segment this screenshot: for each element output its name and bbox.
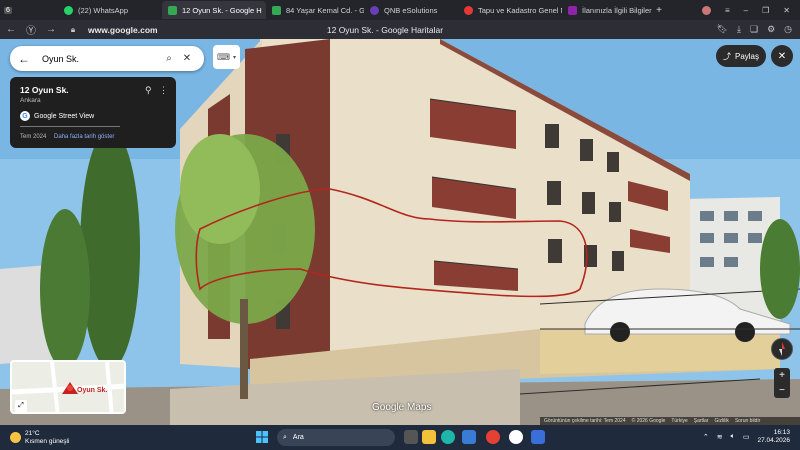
compass-icon [779, 342, 785, 356]
close-street-view-button[interactable]: ✕ [771, 45, 793, 67]
chevron-down-icon: ▾ [232, 54, 236, 61]
back-icon[interactable]: ← [4, 24, 18, 35]
minimize-icon[interactable]: – [744, 6, 748, 15]
footer-country[interactable]: Türkiye [671, 418, 687, 424]
weather-sun-icon [10, 432, 21, 443]
file-explorer-icon[interactable] [422, 430, 436, 444]
forward-icon[interactable]: → [44, 24, 58, 35]
address-bar: ← Ⓨ → 🔒︎ www.google.com 12 Oyun Sk. - Go… [0, 20, 800, 39]
clear-icon[interactable]: ✕ [178, 53, 196, 64]
location-info-card: 12 Oyun Sk. Ankara ⚲ ⋮ G Google Street V… [10, 77, 176, 148]
search-icon[interactable]: ⌕ [160, 53, 178, 64]
footer-capture-date: Görüntünün çekilme tarihi: Tem 2024 [544, 418, 626, 424]
expand-map-icon[interactable]: ⤢ [15, 400, 27, 412]
lock-icon: 🔒︎ [70, 24, 76, 34]
tab-qnb[interactable]: QNB eSolutions [364, 1, 458, 19]
browser-logo-icon[interactable]: Ⓨ [24, 22, 38, 37]
street-view-label: Google Street View [34, 112, 95, 120]
back-arrow-icon[interactable]: ← [18, 52, 34, 66]
location-city: Ankara [20, 97, 41, 104]
tab-google-maps-active[interactable]: 12 Oyun Sk. - Google H✕ [162, 1, 266, 19]
maps-icon [168, 5, 177, 15]
footer-copyright: © 2026 Google [631, 418, 666, 424]
download-icon[interactable]: ⤓ [737, 24, 741, 35]
more-dates-link[interactable]: Daha fazla tarih göster [54, 134, 114, 140]
windows-start-icon[interactable] [256, 431, 268, 443]
minimap-label: Oyun Sk. [77, 387, 108, 394]
keyboard-icon: ⌨︎ [216, 51, 230, 62]
close-icon: ✕ [777, 50, 787, 62]
search-input[interactable] [42, 53, 160, 64]
search-box: ← ⌕ ✕ [10, 46, 204, 71]
workspace-badge[interactable]: 6 [0, 1, 20, 19]
google-logo-icon: G [20, 111, 30, 121]
extensions-icon[interactable]: ⚙︎ [767, 24, 775, 35]
more-options-icon[interactable]: ⋮ [159, 85, 168, 96]
clock[interactable]: 16:13 27.04.2026 [757, 429, 790, 445]
weather-widget[interactable]: 21°C Kısmen güneşli [10, 430, 69, 446]
tab-google-maps-2[interactable]: 84 Yaşar Kemal Cd. - Go [266, 1, 364, 19]
footer-terms[interactable]: Şartlar [694, 418, 709, 424]
menu-icon[interactable]: ≡ [725, 6, 730, 15]
url-field[interactable]: www.google.com [88, 25, 158, 35]
yandex-browser-icon[interactable] [509, 430, 523, 444]
compass-button[interactable] [771, 338, 793, 360]
share-icon: ⤴ [722, 51, 731, 61]
chrome-icon[interactable] [486, 430, 500, 444]
ilan-icon [568, 5, 577, 15]
app-icon[interactable] [531, 430, 545, 444]
tab-whatsapp[interactable]: (22) WhatsApp [58, 1, 134, 19]
search-icon: ⌕ [283, 433, 287, 441]
capture-date: Tem 2024 [20, 134, 47, 140]
tabs-icon[interactable]: ❏ [750, 24, 758, 35]
zoom-in-button[interactable]: + [779, 370, 785, 381]
map-footer: Görüntünün çekilme tarihi: Tem 2024 © 20… [540, 417, 800, 425]
taskbar-search-placeholder: Ara [292, 434, 304, 441]
share-button[interactable]: ⤴ Paylaş [716, 45, 766, 67]
temperature: 21°C [25, 429, 40, 437]
tapu-icon [464, 5, 473, 15]
close-window-icon[interactable]: ✕ [783, 6, 790, 15]
clock-date: 27.04.2026 [757, 437, 790, 444]
google-maps-logo: Google Maps [372, 402, 432, 413]
keyboard-button[interactable]: ⌨︎ ▾ [213, 45, 240, 69]
qnb-icon [370, 5, 379, 15]
new-tab-button[interactable]: + [652, 1, 666, 19]
taskbar-search[interactable]: ⌕ Ara [277, 429, 395, 446]
bookmark-icon[interactable]: 🔖︎ [717, 24, 728, 35]
edge-icon[interactable] [441, 430, 455, 444]
profile-icon[interactable] [702, 5, 711, 15]
volume-icon[interactable]: 🔈︎ [731, 433, 735, 441]
footer-privacy[interactable]: Gizlilik [714, 418, 728, 424]
maps-icon [272, 5, 281, 15]
pin-icon[interactable]: ⚲ [145, 85, 152, 96]
zoom-out-button[interactable]: − [779, 385, 785, 396]
taskbar: 21°C Kısmen güneşli ⌕ Ara ⌃ ≋ 🔈︎ ▭ 16:13… [0, 425, 800, 450]
weather-text: Kısmen güneşli [25, 437, 70, 445]
zoom-control: + − [774, 368, 790, 398]
share-label: Paylaş [734, 51, 759, 61]
wifi-icon[interactable]: ≋ [717, 433, 723, 441]
history-icon[interactable]: ◷ [784, 24, 792, 35]
minimap-roads [12, 362, 124, 412]
browser-tab-bar: 6 (22) WhatsApp 12 Oyun Sk. - Google H✕ … [0, 0, 800, 20]
battery-icon[interactable]: ▭ [743, 433, 750, 441]
restore-icon[interactable]: ❐ [762, 6, 769, 15]
task-view-icon[interactable] [404, 430, 418, 444]
tab-ilan[interactable]: İlanınızla İlgili Bilgileri Girin [562, 1, 652, 19]
tab-tapu[interactable]: Tapu ve Kadastro Genel M [458, 1, 562, 19]
divider [20, 126, 120, 127]
store-icon[interactable] [462, 430, 476, 444]
whatsapp-icon [64, 5, 73, 15]
clock-time: 16:13 [773, 429, 790, 436]
minimap[interactable]: Oyun Sk. ⤢ [10, 360, 126, 414]
chevron-up-icon[interactable]: ⌃ [703, 433, 709, 441]
footer-report[interactable]: Sorun bildir [735, 418, 760, 424]
